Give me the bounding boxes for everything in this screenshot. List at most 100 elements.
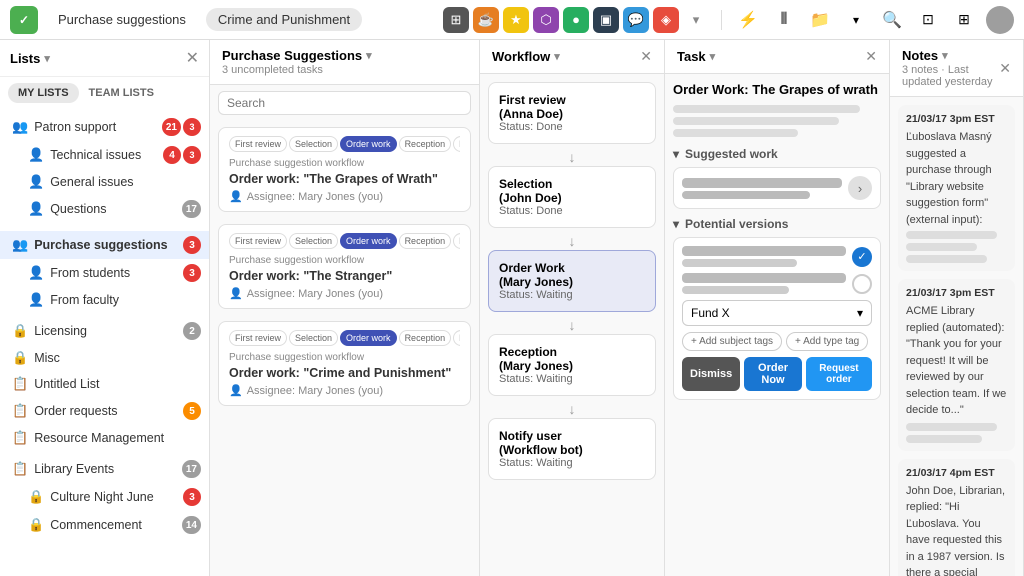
layout-icon[interactable]: ⊡ [914, 6, 942, 34]
sidebar-item-order-requests[interactable]: 📋 Order requests 5 [0, 397, 209, 425]
wf-step-selection[interactable]: Selection(John Doe) Status: Done [488, 166, 656, 228]
task-card-2[interactable]: First review Selection Order work Recept… [218, 321, 471, 406]
note-time-2: 21/03/17 4pm EST [906, 467, 1007, 479]
sidebar-item-misc[interactable]: 🔒 Misc [0, 345, 209, 371]
version-card: ✓ Fund X ▾ + Add subject tags [673, 237, 881, 400]
notes-col-header: Notes ▾ 3 notes · Last updated yesterday… [890, 40, 1023, 97]
app-icon-3[interactable]: ★ [503, 7, 529, 33]
folder-chevron[interactable]: ▾ [842, 6, 870, 34]
suggested-work-header[interactable]: ▾ Suggested work [673, 147, 881, 161]
task-chevron: ▾ [710, 50, 716, 63]
search-icon[interactable]: 🔍 [878, 6, 906, 34]
app-icon-8[interactable]: ◈ [653, 7, 679, 33]
technical-icon: 👤 [28, 147, 44, 163]
workflow-close-btn[interactable]: ✕ [640, 48, 652, 65]
tab-purchase-suggestions[interactable]: Purchase suggestions [46, 8, 198, 31]
sidebar-item-untitled[interactable]: 📋 Untitled List [0, 371, 209, 397]
folder-icon[interactable]: 📁 [806, 6, 834, 34]
app-icon-4[interactable]: ⬡ [533, 7, 559, 33]
app-icon-7[interactable]: 💬 [623, 7, 649, 33]
add-subject-tags-btn[interactable]: + Add subject tags [682, 332, 782, 351]
task-close-btn[interactable]: ✕ [865, 48, 877, 65]
app-icon-2[interactable]: ☕ [473, 7, 499, 33]
ph-line-3 [673, 129, 798, 137]
app-icon-5[interactable]: ● [563, 7, 589, 33]
ph-line-2 [673, 117, 839, 125]
sw-line-1 [682, 178, 842, 188]
sidebar-item-from-students[interactable]: 👤 From students 3 [0, 259, 209, 287]
sidebar-item-from-faculty[interactable]: 👤 From faculty [0, 287, 209, 313]
add-type-tag-btn[interactable]: + Add type tag [786, 332, 868, 351]
app-icon-6[interactable]: ▣ [593, 7, 619, 33]
order-now-btn[interactable]: Order Now [744, 357, 802, 391]
sidebar-item-library-events[interactable]: 📋 Library Events 17 [0, 455, 209, 483]
sidebar-item-licensing[interactable]: 🔒 Licensing 2 [0, 317, 209, 345]
orders-label: Order requests [34, 404, 183, 418]
note-text-0: Ľuboslava Masný suggested a purchase thr… [906, 129, 1007, 228]
sw-arrow-btn[interactable]: › [848, 176, 872, 200]
faculty-icon: 👤 [28, 292, 44, 308]
sidebar-section-purchase: 👥 Purchase suggestions 3 👤 From students… [0, 227, 209, 317]
step-notify-0: Notify user [453, 136, 460, 152]
user-avatar[interactable] [986, 6, 1014, 34]
misc-lock-icon: 🔒 [12, 350, 28, 366]
tasks-search-input[interactable] [218, 91, 471, 115]
vr-ph3 [682, 273, 846, 283]
wf-step-first-review[interactable]: First review(Anna Doe) Status: Done [488, 82, 656, 144]
flash-icon[interactable]: ⚡ [734, 6, 762, 34]
task-type-0: Purchase suggestion workflow [229, 158, 460, 169]
task-col-title: Task ▾ [677, 49, 715, 64]
technical-badge: 4 [163, 146, 181, 164]
wf-step-notify[interactable]: Notify user(Workflow bot) Status: Waitin… [488, 418, 656, 480]
tab-crime-punishment[interactable]: Crime and Punishment [206, 8, 362, 31]
task-card-0[interactable]: First review Selection Order work Recept… [218, 127, 471, 212]
step-selection-2: Selection [289, 330, 338, 346]
potential-versions-header[interactable]: ▾ Potential versions [673, 217, 881, 231]
students-label: From students [50, 266, 183, 280]
untitled-label: Untitled List [34, 377, 201, 391]
vr-check-icon[interactable]: ✓ [852, 247, 872, 267]
sidebar-item-questions[interactable]: 👤 Questions 17 [0, 195, 209, 223]
chevron-more[interactable]: ▾ [683, 7, 709, 33]
sidebar-close-btn[interactable]: ✕ [186, 48, 199, 68]
licensing-badge: 2 [183, 322, 201, 340]
sidebar-item-technical[interactable]: 👤 Technical issues 4 3 [0, 141, 209, 169]
vr-circle[interactable] [852, 274, 872, 294]
task-detail-column: Task ▾ ✕ Order Work: The Grapes of wrath… [665, 40, 890, 576]
task-type-2: Purchase suggestion workflow [229, 352, 460, 363]
bookmark-icon[interactable]: ⫴ [770, 6, 798, 34]
tasks-col-title: Purchase Suggestions ▾ [222, 48, 372, 63]
sidebar-item-resource-mgmt[interactable]: 📋 Resource Management [0, 425, 209, 451]
step-reception-1: Reception [399, 233, 452, 249]
tasks-col-subtitle: 3 uncompleted tasks [222, 64, 372, 76]
workflow-chevron: ▾ [554, 50, 560, 63]
technical-label: Technical issues [50, 148, 163, 162]
notes-panel: 21/03/17 3pm EST Ľuboslava Masný suggest… [890, 97, 1023, 576]
request-order-btn[interactable]: Request order [806, 357, 872, 391]
my-lists-tab[interactable]: MY LISTS [8, 83, 79, 103]
sidebar-item-commencement[interactable]: 🔒 Commencement 14 [0, 511, 209, 539]
dismiss-btn[interactable]: Dismiss [682, 357, 740, 391]
grid-icon[interactable]: ⊞ [950, 6, 978, 34]
team-lists-tab[interactable]: TEAM LISTS [79, 83, 164, 103]
notes-col-title: Notes ▾ [902, 48, 999, 63]
sidebar-item-patron-support[interactable]: 👥 Patron support 21 3 [0, 113, 209, 141]
task-title-2: Order work: "Crime and Punishment" [229, 366, 460, 380]
tasks-col-header: Purchase Suggestions ▾ 3 uncompleted tas… [210, 40, 479, 85]
licensing-lock-icon: 🔒 [12, 323, 28, 339]
wf-step-order-work[interactable]: Order Work(Mary Jones) Status: Waiting [488, 250, 656, 312]
fund-select-btn[interactable]: Fund X ▾ [682, 300, 872, 326]
sidebar-item-culture-night[interactable]: 🔒 Culture Night June 3 [0, 483, 209, 511]
notes-close-btn[interactable]: ✕ [999, 60, 1011, 77]
purchase-label: Purchase suggestions [34, 238, 183, 252]
sidebar-item-general[interactable]: 👤 General issues [0, 169, 209, 195]
tasks-column: Purchase Suggestions ▾ 3 uncompleted tas… [210, 40, 480, 576]
app-icon-1[interactable]: ⊞ [443, 7, 469, 33]
task-card-1[interactable]: First review Selection Order work Recept… [218, 224, 471, 309]
wf-step-reception[interactable]: Reception(Mary Jones) Status: Waiting [488, 334, 656, 396]
patron-label: Patron support [34, 120, 162, 134]
version-row-2 [682, 273, 872, 294]
task-detail-area: Order Work: The Grapes of wrath ▾ Sugges… [665, 74, 889, 416]
wf-arrow-4: ↓ [488, 402, 656, 416]
sidebar-item-purchase-suggestions[interactable]: 👥 Purchase suggestions 3 [0, 231, 209, 259]
